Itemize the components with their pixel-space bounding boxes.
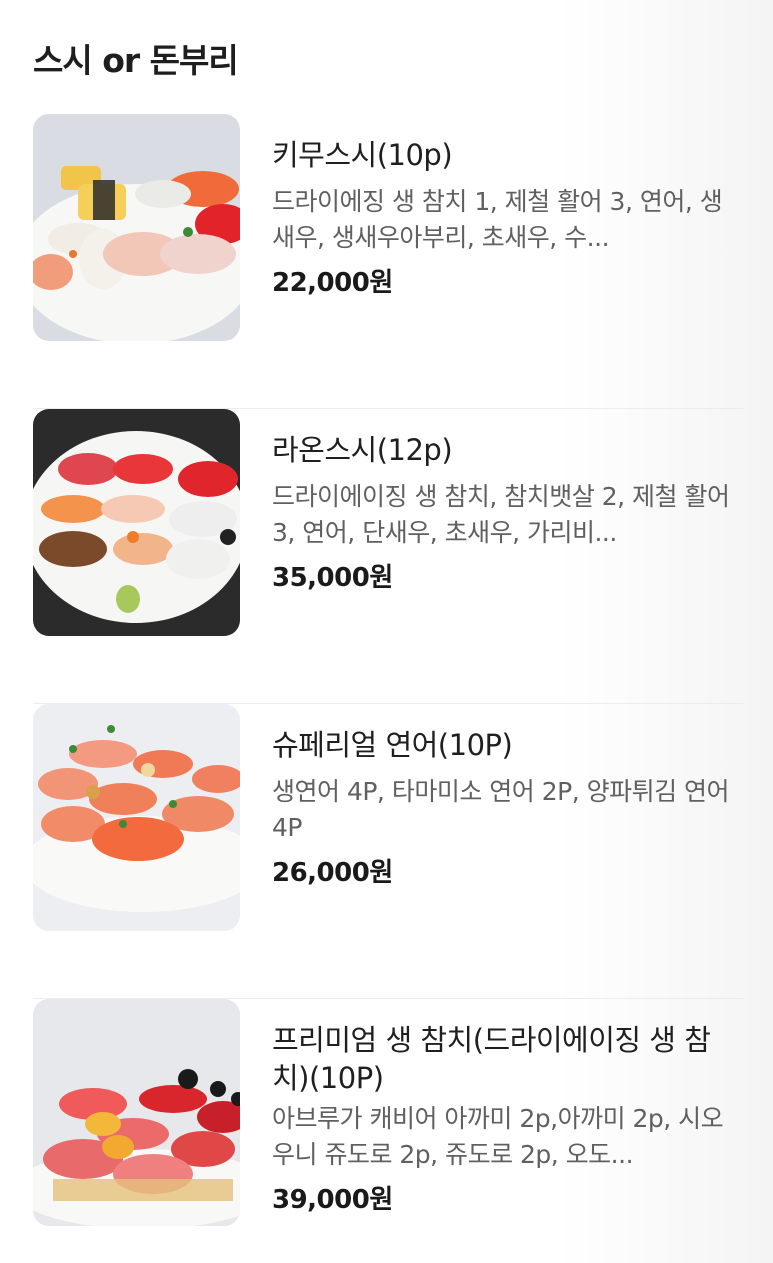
menu-item-price: 22,000원 xyxy=(272,268,393,298)
menu-item-name: 슈페리얼 연어(10P) xyxy=(272,728,513,762)
menu-item-image[interactable] xyxy=(33,409,240,636)
menu-item-info: 슈페리얼 연어(10P) 생연어 4P, 타마미소 연어 2P, 양파튀김 연어… xyxy=(272,726,742,890)
menu-item-price: 26,000원 xyxy=(272,858,393,888)
menu-item-name: 라온스시(12p) xyxy=(272,433,453,467)
menu-page: 스시 or 돈부리 키무스시(10p) 드라이에징 생 참치 1, 제철 활어 … xyxy=(0,0,773,1263)
menu-item-description: 아브루가 캐비어 아까미 2p,아까미 2p, 시오우니 쥬도로 2p, 쥬도로… xyxy=(272,1104,724,1169)
menu-item-image[interactable] xyxy=(33,999,240,1226)
menu-item-price: 35,000원 xyxy=(272,563,393,593)
menu-item-description: 드라이에징 생 참치 1, 제철 활어 3, 연어, 생새우, 생새우아부리, … xyxy=(272,187,723,252)
salmon-sushi-image xyxy=(33,704,240,931)
section-title: 스시 or 돈부리 xyxy=(33,41,239,80)
menu-item-name: 프리미엄 생 참치(드라이에이징 생 참치)(10P) xyxy=(272,1023,711,1095)
tuna-sushi-image xyxy=(33,999,240,1226)
menu-item-info: 키무스시(10p) 드라이에징 생 참치 1, 제철 활어 3, 연어, 생새우… xyxy=(272,136,742,300)
menu-item-image[interactable] xyxy=(33,114,240,341)
menu-item-info: 프리미엄 생 참치(드라이에이징 생 참치)(10P) 아브루가 캐비어 아까미… xyxy=(272,1021,742,1217)
menu-item-price: 39,000원 xyxy=(272,1185,393,1215)
menu-item-kimu-sushi[interactable]: 키무스시(10p) 드라이에징 생 참치 1, 제철 활어 3, 연어, 생새우… xyxy=(0,114,773,409)
menu-item-name: 키무스시(10p) xyxy=(272,138,453,172)
menu-item-description: 드라이에이징 생 참치, 참치뱃살 2, 제철 활어 3, 연어, 단새우, 초… xyxy=(272,482,730,547)
sushi-platter-image xyxy=(33,114,240,341)
menu-item-raon-sushi[interactable]: 라온스시(12p) 드라이에이징 생 참치, 참치뱃살 2, 제철 활어 3, … xyxy=(0,409,773,704)
menu-list: 키무스시(10p) 드라이에징 생 참치 1, 제철 활어 3, 연어, 생새우… xyxy=(0,114,773,1263)
menu-item-image[interactable] xyxy=(33,704,240,931)
menu-item-superior-salmon[interactable]: 슈페리얼 연어(10P) 생연어 4P, 타마미소 연어 2P, 양파튀김 연어… xyxy=(0,704,773,999)
sushi-platter-image xyxy=(33,409,240,636)
menu-item-premium-tuna[interactable]: 프리미엄 생 참치(드라이에이징 생 참치)(10P) 아브루가 캐비어 아까미… xyxy=(0,999,773,1263)
menu-item-info: 라온스시(12p) 드라이에이징 생 참치, 참치뱃살 2, 제철 활어 3, … xyxy=(272,431,742,595)
menu-item-description: 생연어 4P, 타마미소 연어 2P, 양파튀김 연어 4P xyxy=(272,777,730,842)
